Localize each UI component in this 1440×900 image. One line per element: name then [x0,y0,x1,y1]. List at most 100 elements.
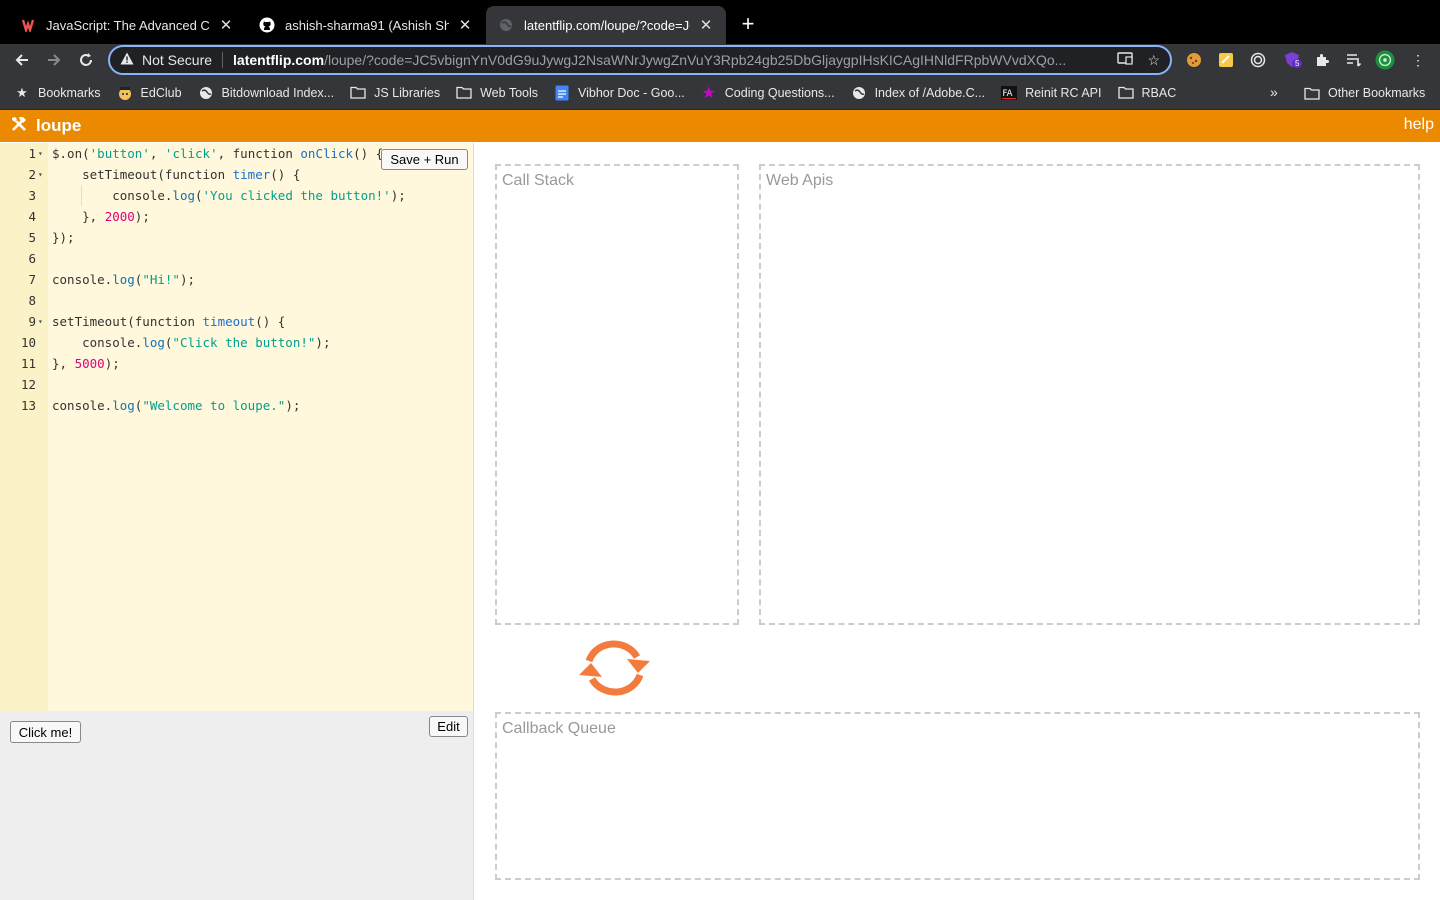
code-text: setTimeout(function timeout() { [52,311,285,332]
address-bar[interactable]: Not Secure latentflip.com /loupe/?code=J… [108,45,1172,75]
code-line[interactable]: 3 console.log('You clicked the button!')… [0,185,474,206]
browser-tab-bar: JavaScript: The Advanced Con ✕ ashish-sh… [0,0,1440,44]
bookmark-edclub[interactable]: EdClub [117,85,182,101]
bookmark-label: Coding Questions... [724,85,835,100]
code-line[interactable]: 11}, 5000); [0,353,474,374]
code-token: onClick [300,146,354,161]
app-logo[interactable]: loupe [36,116,81,136]
code-text: setTimeout(function timer() { [52,164,300,185]
code-token: }, [52,356,75,371]
shield-extension-icon[interactable]: 5 [1282,50,1303,70]
code-text: console.log('You clicked the button!'); [52,185,406,206]
bookmark-index-adobe[interactable]: Index of /Adobe.C... [851,85,986,101]
code-token: , function [217,146,301,161]
code-line[interactable]: 7 console.log("Hi!"); [0,269,474,290]
bookmarks-overflow-chevron-icon[interactable]: » [1270,84,1278,100]
code-editor[interactable]: 1 ▾ $.on('button', 'click', function onCli… [0,143,474,711]
new-tab-button[interactable]: + [737,10,759,38]
globe-icon [498,17,514,33]
reload-icon[interactable] [74,48,98,72]
help-link[interactable]: help [1404,116,1434,134]
code-token: 2000 [104,209,135,224]
code-token: "Welcome to loupe." [142,398,286,413]
tab-udemy[interactable]: JavaScript: The Advanced Con ✕ [8,6,246,44]
cast-icon[interactable] [1117,51,1134,69]
bookmark-bookmarks[interactable]: ★ Bookmarks [14,85,101,101]
call-stack-label: Call Stack [502,172,575,189]
code-token: ); [315,335,331,350]
code-token: log [172,188,195,203]
folder-icon [350,85,366,101]
divider [222,52,224,68]
code-token: console. [52,335,143,350]
close-icon[interactable]: ✕ [457,16,473,34]
notes-extension-icon[interactable] [1216,50,1236,70]
line-number: 10 [20,335,36,350]
tab-loupe[interactable]: latentflip.com/loupe/?code=JC ✕ [486,6,726,44]
bookmark-label: Vibhor Doc - Goo... [578,85,685,100]
code-line[interactable]: 12 [0,374,474,395]
security-status[interactable]: Not Secure [142,52,212,68]
code-token: "Click the button!" [172,335,316,350]
browser-toolbar: Not Secure latentflip.com /loupe/?code=J… [0,44,1440,76]
code-line[interactable]: 9 ▾ setTimeout(function timeout() { [0,311,474,332]
code-token: 'button' [89,146,150,161]
line-number: 5 [28,230,36,245]
bookmarks-bar: ★ Bookmarks EdClub Bitdownload Index... … [0,76,1440,110]
code-token: console. [52,398,113,413]
code-token: () { [255,314,286,329]
bookmark-label: Bookmarks [38,85,101,100]
forward-arrow-icon[interactable] [42,48,66,72]
menu-kebab-icon[interactable]: ⋮ [1408,50,1428,70]
bookmark-label: Bitdownload Index... [221,85,335,100]
code-line[interactable]: 4 }, 2000); [0,206,474,227]
bookmark-label: Reinit RC API [1025,85,1102,100]
close-icon[interactable]: ✕ [698,16,714,34]
code-token: setTimeout(function [52,314,203,329]
cookie-extension-icon[interactable] [1184,50,1204,70]
bookmark-coding-questions[interactable]: ★ Coding Questions... [701,85,835,102]
bookmark-vibhor-doc[interactable]: Vibhor Doc - Goo... [554,85,685,101]
tab-github[interactable]: ashish-sharma91 (Ashish Shar ✕ [247,6,485,44]
bookmark-label: Index of /Adobe.C... [874,85,986,100]
back-arrow-icon[interactable] [10,48,34,72]
code-token: setTimeout(function [52,167,233,182]
avatar[interactable] [1375,50,1395,70]
puzzle-icon[interactable] [1312,50,1332,70]
code-token: 5000 [74,356,105,371]
star-icon[interactable]: ☆ [1147,52,1160,69]
code-token: ); [104,356,120,371]
target-extension-icon[interactable] [1248,50,1268,70]
fold-arrow-icon[interactable]: ▾ [38,164,43,185]
code-line[interactable]: 8 [0,290,474,311]
bookmark-other-bookmarks[interactable]: Other Bookmarks [1304,76,1425,110]
close-icon[interactable]: ✕ [218,16,234,34]
line-number: 9 [28,314,36,329]
bookmark-rbac[interactable]: RBAC [1117,85,1176,101]
fold-arrow-icon[interactable]: ▾ [38,143,43,164]
github-icon [259,17,275,33]
bookmark-js-libraries[interactable]: JS Libraries [350,85,440,101]
code-token: ); [134,209,150,224]
code-line[interactable]: 6 [0,248,474,269]
fold-arrow-icon[interactable]: ▾ [38,311,43,332]
line-number: 11 [20,356,36,371]
globe-icon [851,85,867,101]
reading-list-icon[interactable] [1344,50,1364,70]
code-line[interactable]: 5}); [0,227,474,248]
code-token: timer [232,167,271,182]
code-line[interactable]: 10 console.log("Click the button!"); [0,332,474,353]
bookmark-reinit-rc-api[interactable]: FA Reinit RC API [1001,85,1102,101]
code-text: }, 5000); [52,353,120,374]
bookmark-web-tools[interactable]: Web Tools [456,85,538,101]
click-me-button[interactable]: Click me! [10,721,81,743]
line-number: 8 [28,293,36,308]
tab-title: ashish-sharma91 (Ashish Shar [285,17,449,33]
edit-button[interactable]: Edit [429,716,468,737]
code-token: ); [285,398,301,413]
bookmark-bitdownload[interactable]: Bitdownload Index... [198,85,335,101]
code-line[interactable]: 13 console.log("Welcome to loupe."); [0,395,474,416]
save-run-button[interactable]: Save + Run [381,149,468,170]
code-token: log [142,335,165,350]
code-text: }, 2000); [52,206,150,227]
